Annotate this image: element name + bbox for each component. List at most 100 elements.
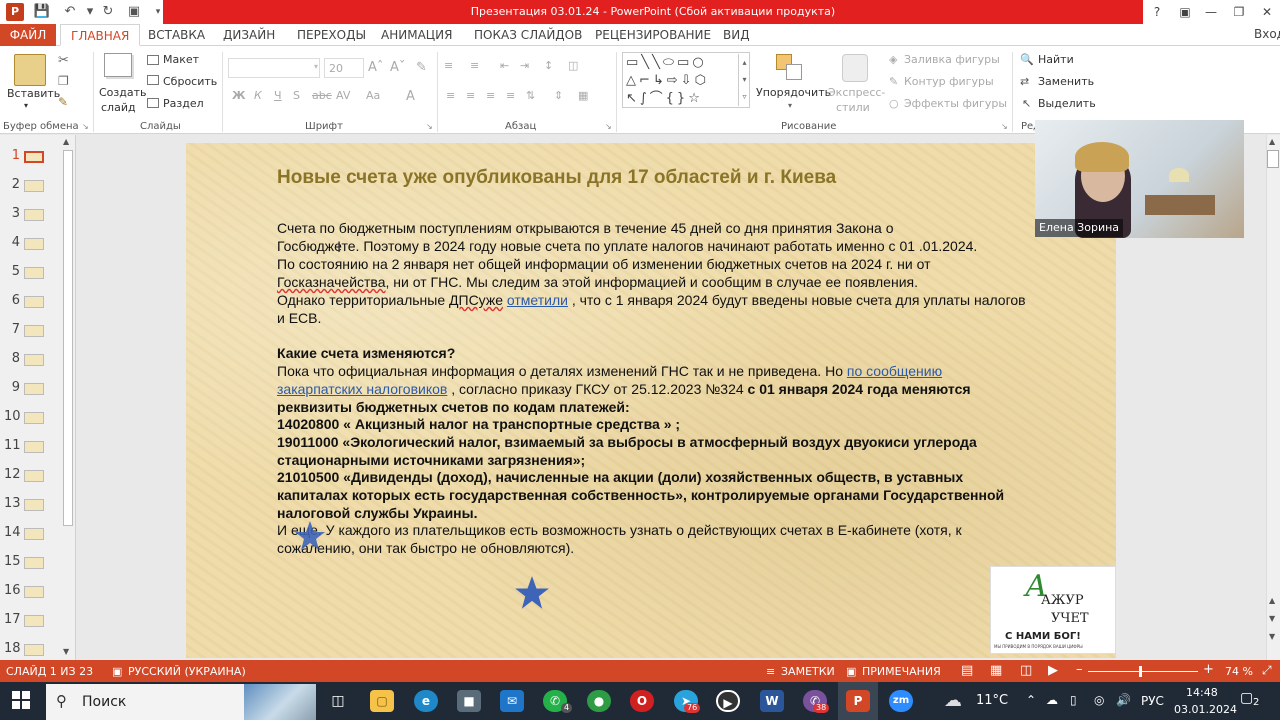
- align-text-icon[interactable]: ⇕: [554, 89, 563, 102]
- ribbon-display-options-icon[interactable]: ▣: [1172, 2, 1198, 22]
- media-player-icon[interactable]: ▶: [716, 690, 740, 712]
- volume-icon[interactable]: 🔊: [1116, 693, 1131, 707]
- slide-thumbnail[interactable]: [24, 586, 44, 598]
- italic-icon[interactable]: К: [254, 89, 262, 102]
- font-launcher-icon[interactable]: ↘: [426, 122, 433, 131]
- file-explorer-icon[interactable]: ▢: [370, 690, 394, 712]
- slide-thumbnail[interactable]: [24, 615, 44, 627]
- slide-thumbnail[interactable]: [24, 238, 44, 250]
- slide-thumbnail[interactable]: [24, 180, 44, 192]
- slide-thumbnail[interactable]: [24, 383, 44, 395]
- show-hidden-icons-icon[interactable]: ⌃: [1026, 693, 1036, 707]
- increase-indent-icon[interactable]: ⇥: [520, 59, 529, 72]
- bold-icon[interactable]: Ж: [232, 89, 245, 102]
- align-right-icon[interactable]: ≡: [486, 89, 495, 102]
- paste-button[interactable]: Вставить: [7, 87, 60, 100]
- edge-icon[interactable]: e: [414, 690, 438, 712]
- save-icon[interactable]: 💾: [32, 2, 52, 22]
- paste-icon[interactable]: [14, 54, 46, 86]
- next-slide-icon[interactable]: ▼: [1269, 614, 1275, 623]
- shape-fill-button[interactable]: Заливка фигуры: [904, 53, 1000, 66]
- weather-icon[interactable]: ☁: [944, 690, 962, 711]
- word-icon[interactable]: W: [760, 690, 784, 712]
- thumbnails-scrollbar-thumb[interactable]: [63, 150, 73, 526]
- tab-animations[interactable]: АНИМАЦИЯ: [371, 24, 462, 46]
- slide-scrollbar-thumb[interactable]: [1267, 150, 1279, 168]
- font-name-input[interactable]: [228, 58, 320, 78]
- character-spacing-icon[interactable]: AV: [336, 89, 350, 102]
- slide-show-icon[interactable]: ▶: [1048, 663, 1058, 678]
- battery-icon[interactable]: ▯: [1070, 693, 1077, 707]
- slide-thumbnail[interactable]: [24, 267, 44, 279]
- reset-button[interactable]: Сбросить: [163, 75, 217, 88]
- shapes-gallery[interactable]: ▭╲╲⬭▭○ △⌐↳⇨⇩⬡ ↖∫⌒{}☆: [622, 52, 750, 108]
- drawing-launcher-icon[interactable]: ↘: [1001, 122, 1008, 131]
- font-name-dropdown-icon[interactable]: ▾: [314, 62, 318, 71]
- quick-styles-label-2[interactable]: стили: [836, 101, 870, 114]
- minimize-icon[interactable]: —: [1198, 2, 1224, 22]
- strikethrough-icon[interactable]: abc: [312, 89, 332, 102]
- zoom-app-icon[interactable]: zm: [889, 690, 913, 712]
- slide-counter[interactable]: СЛАЙД 1 ИЗ 23: [6, 665, 93, 678]
- font-color-icon[interactable]: A: [406, 89, 415, 104]
- sign-in-link[interactable]: Вход: [1254, 27, 1280, 41]
- cut-icon[interactable]: ✂: [58, 53, 69, 68]
- clear-formatting-icon[interactable]: ✎: [416, 60, 427, 75]
- shapes-gallery-scroll[interactable]: ▴ ▾ ▿: [738, 54, 750, 106]
- store-icon[interactable]: ■: [457, 690, 481, 712]
- font-size-input[interactable]: 20: [324, 58, 364, 78]
- temperature[interactable]: 11°C: [976, 693, 1008, 708]
- slide-thumbnail[interactable]: [24, 354, 44, 366]
- fit-slide-icon[interactable]: ⤢: [1262, 663, 1272, 678]
- network-icon[interactable]: ◎: [1094, 693, 1104, 707]
- redo-icon[interactable]: ↻: [98, 2, 118, 22]
- align-center-icon[interactable]: ≡: [466, 89, 475, 102]
- slide-scrollbar[interactable]: [1266, 135, 1280, 660]
- language-status[interactable]: РУССКИЙ (УКРАИНА): [128, 665, 246, 678]
- tab-view[interactable]: ВИД: [713, 24, 760, 46]
- paste-dropdown-icon[interactable]: ▾: [24, 101, 28, 110]
- shrink-font-icon[interactable]: Aˇ: [390, 60, 405, 75]
- onedrive-icon[interactable]: ☁: [1046, 693, 1058, 707]
- paragraph-launcher-icon[interactable]: ↘: [605, 122, 612, 131]
- opera-icon[interactable]: O: [630, 690, 654, 712]
- reading-view-icon[interactable]: ◫: [1020, 663, 1032, 678]
- new-slide-label-1[interactable]: Создать: [99, 86, 147, 99]
- slide-thumbnail[interactable]: [24, 528, 44, 540]
- slide-title[interactable]: Новые счета уже опубликованы для 17 обла…: [277, 167, 836, 189]
- section-button[interactable]: Раздел: [163, 97, 204, 110]
- select-button[interactable]: Выделить: [1038, 97, 1096, 110]
- mail-icon[interactable]: ✉: [500, 690, 524, 712]
- slide-thumbnail[interactable]: [24, 441, 44, 453]
- notifications-icon[interactable]: ▢: [1240, 690, 1253, 706]
- input-language[interactable]: РУС: [1141, 694, 1164, 708]
- new-slide-icon[interactable]: [104, 53, 132, 77]
- numbering-icon[interactable]: ≡: [470, 59, 479, 72]
- chrome-icon[interactable]: ●: [587, 690, 611, 712]
- comments-button[interactable]: ПРИМЕЧАНИЯ: [862, 665, 941, 678]
- zoom-slider[interactable]: [1088, 671, 1198, 672]
- scroll-down-icon[interactable]: ▼: [63, 647, 69, 656]
- slide-sorter-icon[interactable]: ▦: [990, 663, 1002, 678]
- zoom-level[interactable]: 74 %: [1225, 665, 1253, 678]
- shape-outline-button[interactable]: Контур фигуры: [904, 75, 994, 88]
- windows-start-icon[interactable]: [12, 691, 30, 709]
- slide-thumbnail[interactable]: [24, 325, 44, 337]
- slide-thumbnail[interactable]: [24, 296, 44, 308]
- star-shape[interactable]: [294, 520, 326, 552]
- slide-thumbnail[interactable]: [24, 644, 44, 656]
- slide-thumbnail[interactable]: [24, 209, 44, 221]
- scroll-down-icon[interactable]: ▼: [1269, 632, 1275, 641]
- change-case-icon[interactable]: Aa: [366, 89, 380, 102]
- clock-time[interactable]: 14:48: [1186, 686, 1218, 699]
- format-painter-icon[interactable]: ✎: [58, 95, 68, 109]
- scroll-up-icon[interactable]: ▲: [63, 137, 69, 146]
- close-icon[interactable]: ✕: [1254, 2, 1280, 22]
- tab-transitions[interactable]: ПЕРЕХОДЫ: [287, 24, 376, 46]
- tab-file[interactable]: ФАЙЛ: [0, 24, 56, 46]
- undo-icon[interactable]: ↶: [60, 2, 80, 22]
- quick-styles-icon[interactable]: [842, 54, 868, 82]
- tab-design[interactable]: ДИЗАЙН: [213, 24, 285, 46]
- arrange-dropdown-icon[interactable]: ▾: [788, 101, 792, 110]
- task-view-icon[interactable]: ◫: [326, 690, 350, 712]
